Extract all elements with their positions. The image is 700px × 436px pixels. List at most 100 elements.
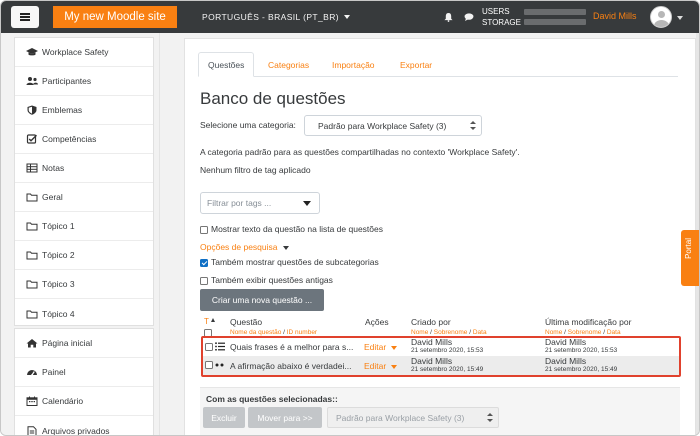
show-text-checkbox[interactable] — [200, 225, 208, 234]
folder-icon — [26, 279, 38, 289]
category-select[interactable]: Padrão para Workplace Safety (3) — [304, 115, 482, 136]
col-created-sub: Nome / Sobrenome / Data — [411, 329, 487, 336]
sidebar-item-label: Tópico 2 — [42, 250, 75, 260]
sidebar-item-competencias[interactable]: Competências — [15, 125, 153, 154]
dropdown-arrow-icon — [303, 201, 311, 206]
sort-created-last-link[interactable]: Sobrenome — [434, 329, 468, 336]
sort-created-date-link[interactable]: Data — [473, 329, 487, 336]
storage-usage-bar — [524, 19, 586, 25]
sidebar-item-emblemas[interactable]: Emblemas — [15, 96, 153, 125]
sidebar-item-label: Tópico 4 — [42, 308, 75, 319]
sort-id-number-link[interactable]: ID number — [287, 329, 317, 336]
subcategories-option: Também mostrar questões de subcategorias — [200, 257, 379, 267]
sort-created-first-link[interactable]: Nome — [411, 329, 428, 336]
page-title: Banco de questões — [200, 89, 346, 108]
site-name-button[interactable]: My new Moodle site — [53, 6, 177, 28]
move-target-select[interactable]: Padrão para Workplace Safety (3) — [327, 407, 499, 428]
avatar[interactable] — [650, 6, 672, 28]
folder-icon — [26, 192, 38, 202]
bulk-actions-title: Com as questões selecionadas:: — [206, 394, 338, 404]
table-icon — [26, 163, 38, 173]
sidebar-item-label: Emblemas — [42, 105, 83, 115]
col-actions-header: Ações — [365, 317, 389, 327]
sidebar-item-label: Calendário — [42, 396, 84, 406]
sidebar-item-label: Tópico 1 — [42, 221, 75, 231]
tag-filter-input[interactable]: Filtrar por tags ... — [200, 192, 320, 214]
sidebar-item-painel[interactable]: Painel — [15, 358, 153, 387]
sidebar-item-topico-4[interactable]: Tópico 4 — [15, 299, 153, 328]
users-stat-label: USERS — [482, 7, 510, 16]
col-question-header[interactable]: Questão — [230, 317, 262, 327]
tab-exportar[interactable]: Exportar — [400, 52, 432, 77]
sort-type-link[interactable]: T — [204, 317, 215, 326]
bulk-actions-panel: Com as questões selecionadas:: Excluir M… — [200, 387, 680, 435]
user-menu-caret-icon[interactable] — [677, 16, 683, 20]
sidebar-item-label: Participantes — [42, 76, 92, 86]
sidebar-item-geral[interactable]: Geral — [15, 183, 153, 212]
sidebar-item-label: Página inicial — [42, 338, 93, 348]
show-text-label: Mostrar texto da questão na lista de que… — [211, 224, 383, 234]
sidebar-item-workplace-safety[interactable]: Workplace Safety — [15, 38, 153, 67]
delete-button[interactable]: Excluir — [203, 407, 245, 428]
move-to-button[interactable]: Mover para >> — [248, 407, 322, 428]
sidebar-item-calendario[interactable]: Calendário — [15, 387, 153, 416]
tab-importacao[interactable]: Importação — [332, 52, 375, 77]
home-icon — [26, 338, 38, 348]
category-select-value: Padrão para Workplace Safety (3) — [318, 120, 447, 131]
updown-arrows-icon — [470, 121, 476, 131]
old-questions-label: Também exibir questões antigas — [211, 275, 333, 285]
portal-tab[interactable]: Portal — [681, 230, 699, 286]
search-options-toggle[interactable]: Opções de pesquisa — [200, 242, 289, 252]
language-label: PORTUGUÊS - BRASIL (PT_BR) — [202, 12, 339, 22]
sidebar-item-notas[interactable]: Notas — [15, 154, 153, 183]
updown-arrows-icon — [487, 413, 493, 423]
shield-icon — [26, 105, 38, 115]
create-question-button[interactable]: Criar uma nova questão ... — [200, 289, 324, 311]
sort-modified-date-link[interactable]: Data — [607, 329, 621, 336]
old-questions-option: Também exibir questões antigas — [200, 275, 333, 285]
sidebar-item-topico-3[interactable]: Tópico 3 — [15, 270, 153, 299]
course-nav-block: Workplace Safety Participantes Emblemas Com… — [14, 37, 154, 326]
bell-icon[interactable] — [444, 12, 453, 22]
sidebar-item-label: Painel — [42, 367, 66, 377]
site-nav-block: Página inicial Painel Calendário Arquivos p… — [14, 328, 154, 435]
hamburger-icon — [20, 13, 30, 21]
move-target-value: Padrão para Workplace Safety (3) — [336, 412, 465, 423]
sidebar-item-arquivos-privados[interactable]: Arquivos privados — [15, 416, 153, 435]
drawer-divider — [159, 33, 160, 435]
sidebar-item-label: Workplace Safety — [42, 47, 109, 57]
show-text-option: Mostrar texto da questão na lista de que… — [200, 224, 383, 234]
sidebar-item-label: Tópico 3 — [42, 279, 75, 289]
tab-questoes[interactable]: Questões — [198, 52, 255, 77]
col-modified-sub: Nome / Sobrenome / Data — [545, 329, 621, 336]
language-menu[interactable]: PORTUGUÊS - BRASIL (PT_BR) — [202, 12, 350, 22]
col-question-sub: Nome da questão / ID number — [230, 329, 318, 336]
sidebar-item-topico-1[interactable]: Tópico 1 — [15, 212, 153, 241]
search-options-label: Opções de pesquisa — [200, 242, 278, 252]
subcategories-checkbox[interactable] — [200, 258, 208, 267]
sidebar-item-pagina-inicial[interactable]: Página inicial — [15, 329, 153, 358]
calendar-icon — [26, 396, 38, 406]
caret-down-icon — [343, 15, 350, 19]
sort-question-name-link[interactable]: Nome da questão — [230, 329, 281, 336]
graduation-cap-icon — [26, 47, 38, 57]
usage-stats: USERS STORAGE — [482, 6, 521, 28]
folder-icon — [26, 250, 38, 260]
users-usage-bar — [524, 9, 586, 15]
sidebar-item-label: Notas — [42, 163, 65, 173]
user-name[interactable]: David Mills — [593, 11, 637, 21]
sidebar-item-participantes[interactable]: Participantes — [15, 67, 153, 96]
sidebar-item-topico-2[interactable]: Tópico 2 — [15, 241, 153, 270]
tag-filter-placeholder: Filtrar por tags ... — [207, 198, 272, 208]
nav-drawer: Workplace Safety Participantes Emblemas Com… — [1, 33, 169, 435]
message-icon[interactable] — [464, 13, 474, 21]
old-questions-checkbox[interactable] — [200, 276, 208, 285]
drawer-toggle-button[interactable] — [11, 6, 39, 28]
tab-categorias[interactable]: Categorias — [268, 52, 309, 77]
sort-modified-last-link[interactable]: Sobrenome — [568, 329, 602, 336]
sort-asc-icon — [210, 318, 215, 322]
file-icon — [26, 425, 38, 435]
main-region: Questões Categorias Importação Exportar … — [178, 33, 696, 435]
sort-modified-first-link[interactable]: Nome — [545, 329, 562, 336]
col-modified-header: Última modificação por — [545, 317, 632, 327]
